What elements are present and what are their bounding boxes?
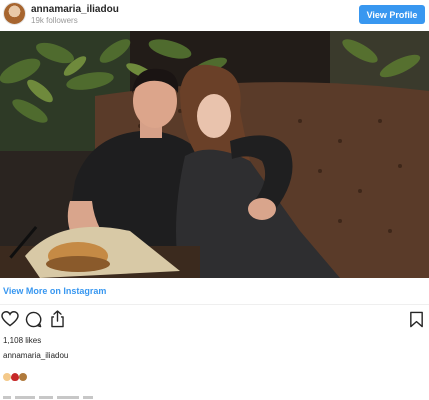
view-profile-button[interactable]: View Profile [359, 5, 425, 24]
caption-username[interactable]: annamaria_iliadou [3, 351, 68, 360]
profile-username[interactable]: annamaria_iliadou [31, 4, 119, 15]
bookmark-icon[interactable] [409, 311, 424, 328]
caption-emojis [3, 373, 27, 381]
post-header: annamaria_iliadou 19k followers View Pro… [0, 0, 429, 31]
heart-outline-icon[interactable] [1, 311, 19, 327]
view-more-on-instagram-link[interactable]: View More on Instagram [3, 286, 106, 296]
speech-bubble-icon[interactable] [25, 311, 42, 328]
divider [0, 304, 429, 305]
baby-emoji-icon [3, 373, 11, 381]
like-count: 1,108 likes [3, 336, 42, 345]
girl-emoji-icon [19, 373, 27, 381]
share-upload-icon[interactable] [49, 310, 66, 328]
post-photo-image [0, 31, 429, 278]
heart-emoji-icon [11, 373, 19, 381]
post-photo[interactable] [0, 31, 429, 278]
avatar[interactable] [3, 2, 26, 25]
truncated-comment-line [3, 393, 123, 400]
follower-count: 19k followers [31, 16, 78, 25]
